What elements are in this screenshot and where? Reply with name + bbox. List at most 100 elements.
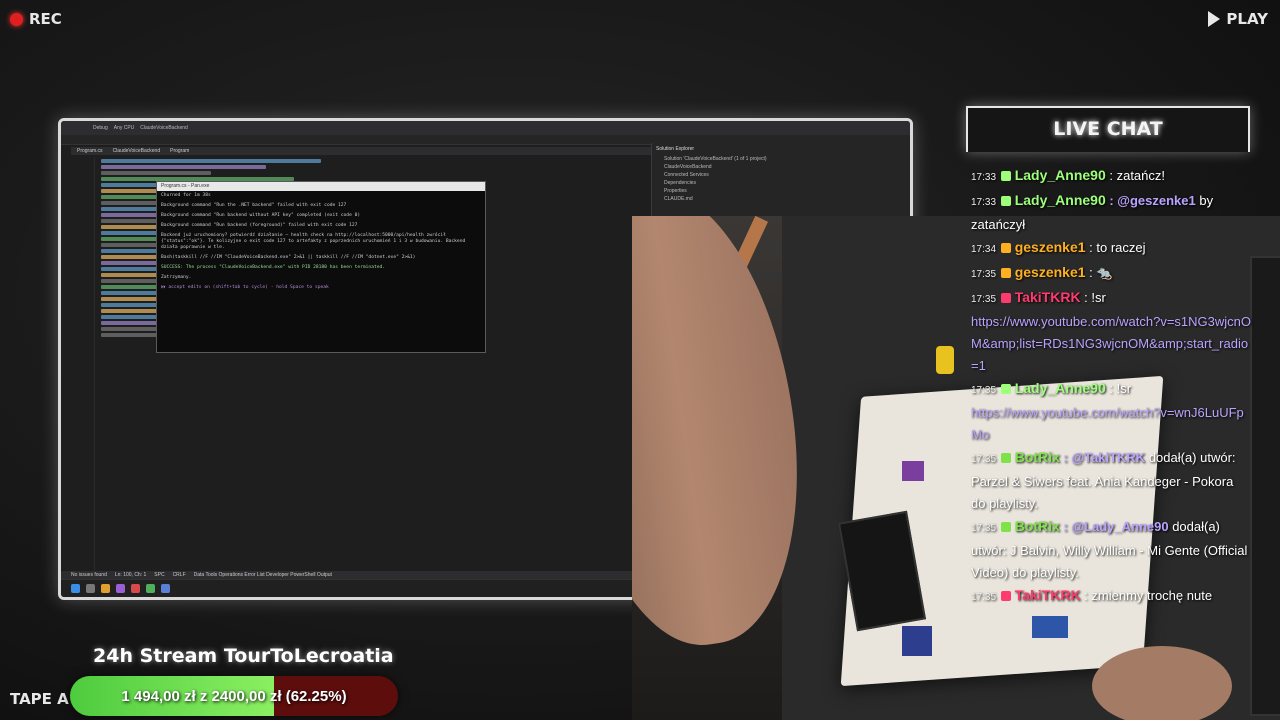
chat-timestamp: 17:35 [971, 592, 999, 603]
line-endings[interactable]: CRLF [173, 571, 186, 579]
play-icon [1208, 11, 1221, 27]
tape-label: TAPE A [10, 690, 69, 708]
hand [1092, 646, 1232, 720]
user-badge-icon [1000, 196, 1011, 206]
tab-program-cs[interactable]: Program.cs [77, 147, 103, 155]
chat-username[interactable]: TakiTKRK [1011, 289, 1081, 305]
terminal-line: Background command "Run backend without … [161, 213, 361, 218]
solution-item[interactable]: ClaudeVoiceBackend [652, 163, 910, 171]
chat-message: https://www.youtube.com/watch?v=wnJ6LuUF… [971, 402, 1251, 446]
live-chat-panel: LIVE CHAT 17:33 Lady_Anne90 : zatańcz! 17… [962, 102, 1254, 622]
tab-program[interactable]: Program [170, 147, 189, 155]
user-badge-icon [1000, 522, 1011, 532]
terminal-line: Background command "Run backend (foregro… [161, 223, 358, 228]
chat-timestamp: 17:35 [971, 454, 999, 465]
chat-username[interactable]: Lady_Anne90 [1011, 167, 1106, 183]
solution-explorer-header: Solution Explorer [656, 146, 695, 152]
solution-item[interactable]: CLAUDE.md [652, 195, 910, 203]
terminal-title: Program.cs - Pan.exe [157, 182, 485, 191]
chat-link[interactable]: https://www.youtube.com/watch?v=wnJ6LuUF… [971, 405, 1244, 442]
terminal-hint: ⏵⏵ accept edits on (shift+tab to cycle) … [161, 285, 329, 290]
chat-timestamp: 17:35 [971, 523, 999, 534]
chat-mention[interactable]: : @Lady_Anne90 [1060, 519, 1168, 534]
tab-project[interactable]: ClaudeVoiceBackend [113, 147, 161, 155]
user-badge-icon [1000, 171, 1011, 181]
chat-username[interactable]: Lady_Anne90 [1011, 192, 1106, 208]
solution-item[interactable]: Dependencies [652, 179, 910, 187]
donation-goal-text: 1 494,00 zł z 2400,00 zł (62.25%) [121, 687, 347, 705]
chat-mention[interactable]: : @TakiTKRK [1060, 450, 1145, 465]
chat-timestamp: 17:34 [971, 244, 999, 255]
sensor-module [902, 461, 924, 481]
play-indicator: PLAY [1208, 10, 1268, 28]
keyboard [1250, 256, 1280, 716]
user-badge-icon [1000, 453, 1011, 463]
chat-mention[interactable]: : @geszenke1 [1106, 193, 1195, 208]
chat-link[interactable]: https://www.youtube.com/watch?v=s1NG3wjc… [971, 314, 1251, 373]
user-badge-icon [1000, 268, 1011, 278]
terminal-line: Bash(taskkill //F //IM "ClaudeVoiceBacke… [161, 255, 416, 260]
chat-username[interactable]: geszenke1 [1011, 264, 1086, 280]
chat-text: : zmienmy trochę nute [1080, 588, 1213, 603]
ide-titlebar: Debug Any CPU ClaudeVoiceBackend [61, 121, 910, 135]
chat-username[interactable]: TakiTKRK [1011, 587, 1081, 603]
terminal-line: SUCCESS: The process "ClaudeVoiceBackend… [161, 265, 386, 270]
chat-text: : zatańcz! [1105, 168, 1165, 183]
cursor-position: Ln: 100, Ch: 1 [114, 572, 147, 578]
chat-username[interactable]: BotRix [1011, 518, 1060, 534]
chat-title: LIVE CHAT [1053, 118, 1163, 140]
app-icon[interactable] [161, 584, 170, 593]
solution-item[interactable]: Connected Services [652, 171, 910, 179]
chat-message: 17:35 Lady_Anne90 : !sr [971, 377, 1251, 402]
solution-item[interactable]: Properties [652, 187, 910, 195]
platform-select[interactable]: Any CPU [114, 125, 135, 131]
app-icon[interactable] [131, 584, 140, 593]
rec-indicator: REC [10, 10, 62, 28]
terminal-line: Background command "Run the .NET backend… [161, 203, 347, 208]
user-badge-icon [1000, 591, 1011, 601]
chat-timestamp: 17:35 [971, 294, 999, 305]
chat-username[interactable]: geszenke1 [1011, 239, 1086, 255]
search-icon[interactable] [86, 584, 95, 593]
chat-text: : !sr [1080, 290, 1106, 305]
chat-message: 17:35 TakiTKRK : zmienmy trochę nute [971, 584, 1251, 609]
build-config[interactable]: Debug [93, 125, 108, 131]
play-label: PLAY [1226, 10, 1268, 28]
app-icon[interactable] [116, 584, 125, 593]
rec-label: REC [29, 10, 62, 28]
issues-status[interactable]: No issues found [71, 571, 107, 579]
line-number-gutter [71, 157, 95, 577]
record-dot-icon [10, 12, 23, 26]
chat-timestamp: 17:35 [971, 269, 999, 280]
user-badge-icon [1000, 243, 1011, 253]
solution-item[interactable]: Solution 'ClaudeVoiceBackend' (1 of 1 pr… [652, 155, 910, 163]
chat-message: 17:35 BotRix : @Lady_Anne90 dodał(a) utw… [971, 515, 1251, 584]
browser-icon[interactable] [101, 584, 110, 593]
terminal-line: Zatrzymany. [161, 275, 192, 280]
bottom-tool-tabs[interactable]: Data Tools Operations Error List Develop… [194, 571, 332, 579]
terminal-dialog[interactable]: Program.cs - Pan.exe Churned for 1m 38s … [156, 181, 486, 353]
user-badge-icon [1000, 384, 1011, 394]
user-badge-icon [1000, 293, 1011, 303]
chat-text: : !sr [1105, 381, 1132, 396]
chat-message: https://www.youtube.com/watch?v=s1NG3wjc… [971, 311, 1251, 377]
chat-message: 17:35 geszenke1 : 🐀 [971, 261, 1251, 286]
start-icon[interactable] [71, 584, 80, 593]
chat-text: : 🐀 [1085, 265, 1113, 280]
chat-message: 17:35 BotRix : @TakiTKRK dodał(a) utwór:… [971, 446, 1251, 515]
chat-username[interactable]: Lady_Anne90 [1011, 380, 1106, 396]
sensor-module [902, 626, 932, 656]
chat-message: 17:34 geszenke1 : to raczej [971, 236, 1251, 261]
run-target[interactable]: ClaudeVoiceBackend [140, 125, 188, 131]
chat-timestamp: 17:33 [971, 197, 999, 208]
indent-mode[interactable]: SPC [154, 571, 164, 579]
chat-timestamp: 17:33 [971, 172, 999, 183]
donation-goal-bar: 1 494,00 zł z 2400,00 zł (62.25%) [70, 676, 398, 716]
editor-tabs: Program.cs ClaudeVoiceBackend Program [71, 147, 651, 155]
potentiometer [936, 346, 954, 374]
chat-message: 17:35 TakiTKRK : !sr [971, 286, 1251, 311]
chat-timestamp: 17:35 [971, 385, 999, 396]
chat-username[interactable]: BotRix [1011, 449, 1060, 465]
stream-title: 24h Stream TourToLecroatia [93, 645, 394, 667]
app-icon[interactable] [146, 584, 155, 593]
